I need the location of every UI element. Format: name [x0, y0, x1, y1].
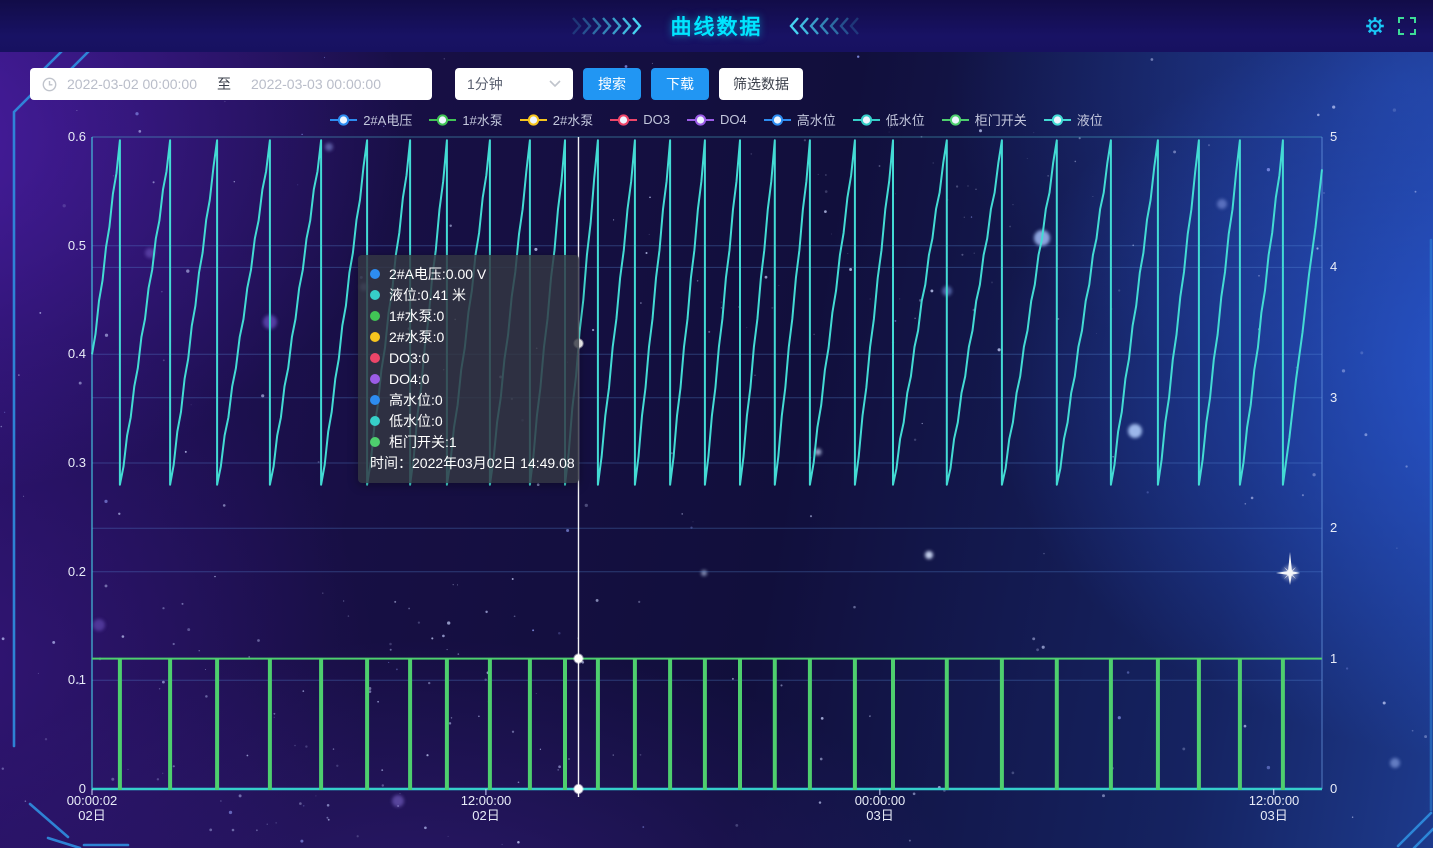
search-button[interactable]: 搜索	[583, 68, 641, 100]
pointer-dot	[574, 785, 582, 793]
tooltip-time: 时间：2022年03月02日 14:49.08	[370, 452, 565, 474]
tooltip-series-dot	[370, 332, 380, 342]
legend-item-3[interactable]: DO3	[610, 112, 670, 127]
legend-label: DO4	[720, 112, 747, 127]
end-date-value[interactable]: 2022-03-03 00:00:00	[251, 76, 381, 92]
grid-lines	[92, 137, 1322, 680]
tooltip-row: 高水位:0	[370, 389, 565, 410]
gear-icon[interactable]	[1365, 16, 1385, 36]
fullscreen-icon[interactable]	[1397, 16, 1417, 36]
chevron-down-icon	[549, 80, 561, 88]
chart-legend: 2#A电压 1#水泵 2#水泵 DO3 DO4 高水位 低水位	[0, 110, 1433, 129]
tooltip-series-dot	[370, 353, 380, 363]
legend-label: 2#水泵	[553, 110, 593, 129]
clock-icon	[42, 77, 57, 92]
legend-label: 高水位	[797, 110, 836, 129]
tooltip-series-dot	[370, 374, 380, 384]
legend-label: 柜门开关	[975, 110, 1027, 129]
tooltip-row: 低水位:0	[370, 410, 565, 431]
pointer-dot	[574, 654, 582, 662]
tooltip-series-dot	[370, 416, 380, 426]
legend-label: 液位	[1077, 110, 1103, 129]
legend-marker-icon	[853, 113, 880, 127]
interval-select[interactable]: 1分钟	[455, 68, 573, 100]
date-range-separator: 至	[217, 74, 231, 94]
legend-item-0[interactable]: 2#A电压	[330, 110, 412, 129]
query-toolbar: 2022-03-02 00:00:00 至 2022-03-03 00:00:0…	[30, 68, 813, 100]
legend-item-4[interactable]: DO4	[687, 112, 747, 127]
tooltip-series-dot	[370, 290, 380, 300]
door-switch-series-line	[92, 659, 1322, 789]
legend-item-8[interactable]: 液位	[1044, 110, 1103, 129]
legend-label: DO3	[643, 112, 670, 127]
sparkle-star	[1276, 552, 1300, 585]
tooltip-series-dot	[370, 395, 380, 405]
legend-label: 2#A电压	[363, 110, 412, 129]
legend-marker-icon	[687, 113, 714, 127]
legend-marker-icon	[942, 113, 969, 127]
tooltip-series-dot	[370, 311, 380, 321]
tooltip-row: 液位:0.41 米	[370, 284, 565, 305]
legend-marker-icon	[520, 113, 547, 127]
header-bar: 曲线数据	[0, 0, 1433, 52]
legend-item-5[interactable]: 高水位	[764, 110, 836, 129]
legend-label: 1#水泵	[462, 110, 502, 129]
tooltip-series-dot	[370, 269, 380, 279]
legend-item-6[interactable]: 低水位	[853, 110, 925, 129]
chart-tooltip: 2#A电压:0.00 V液位:0.41 米1#水泵:02#水泵:0DO3:0DO…	[358, 255, 579, 483]
filter-data-button[interactable]: 筛选数据	[719, 68, 803, 100]
tooltip-row: 2#水泵:0	[370, 326, 565, 347]
tooltip-row: DO3:0	[370, 347, 565, 368]
legend-label: 低水位	[886, 110, 925, 129]
page-title: 曲线数据	[671, 11, 763, 41]
curve-data-page: 曲线数据	[0, 0, 1433, 848]
legend-item-1[interactable]: 1#水泵	[429, 110, 502, 129]
legend-marker-icon	[764, 113, 791, 127]
tooltip-row: 2#A电压:0.00 V	[370, 263, 565, 284]
tooltip-series-dot	[370, 437, 380, 447]
liquid-level-series-line	[92, 140, 1322, 484]
legend-item-2[interactable]: 2#水泵	[520, 110, 593, 129]
title-chevrons-right-icon	[789, 16, 863, 36]
legend-item-7[interactable]: 柜门开关	[942, 110, 1027, 129]
legend-marker-icon	[330, 113, 357, 127]
legend-marker-icon	[610, 113, 637, 127]
legend-marker-icon	[429, 113, 456, 127]
tooltip-row: DO4:0	[370, 368, 565, 389]
date-range-input[interactable]: 2022-03-02 00:00:00 至 2022-03-03 00:00:0…	[30, 68, 432, 100]
title-chevrons-left-icon	[571, 16, 645, 36]
download-button[interactable]: 下载	[651, 68, 709, 100]
tooltip-row: 1#水泵:0	[370, 305, 565, 326]
tooltip-row: 柜门开关:1	[370, 431, 565, 452]
start-date-value[interactable]: 2022-03-02 00:00:00	[67, 76, 197, 92]
interval-select-value: 1分钟	[467, 74, 503, 94]
legend-marker-icon	[1044, 113, 1071, 127]
